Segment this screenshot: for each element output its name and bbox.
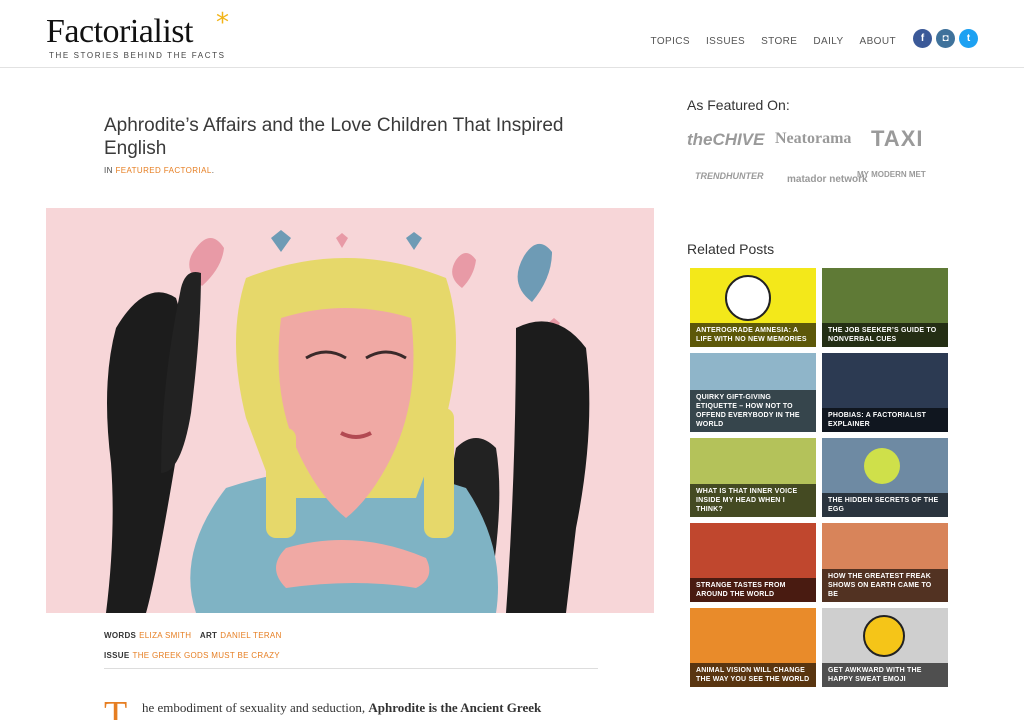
related-heading: Related Posts xyxy=(687,241,775,257)
divider xyxy=(104,668,598,669)
art-label: ART xyxy=(199,631,218,640)
featured-logos: theCHIVE Neatorama TAXI TRENDHUNTER mata… xyxy=(687,126,947,196)
article-lead: he embodiment of sexuality and seduction… xyxy=(142,700,541,716)
related-post[interactable]: GET AWKWARD WITH THE HAPPY SWEAT EMOJI xyxy=(822,608,948,687)
words-label: WORDS xyxy=(104,631,137,640)
related-posts-grid: ANTEROGRADE AMNESIA: A LIFE WITH NO NEW … xyxy=(690,268,948,687)
site-logo[interactable]: Factorialist * THE STORIES BEHIND THE FA… xyxy=(46,8,229,60)
featured-logo-mymodernmet: MY MODERN MET xyxy=(857,170,926,179)
instagram-icon[interactable]: ◘ xyxy=(936,29,955,48)
post-title: WHAT IS THAT INNER VOICE INSIDE MY HEAD … xyxy=(690,484,816,517)
post-title: HOW THE GREATEST FREAK SHOWS ON EARTH CA… xyxy=(822,569,948,602)
featured-logo-trendhunter: TRENDHUNTER xyxy=(695,171,764,181)
nav-daily[interactable]: DAILY xyxy=(813,36,843,47)
featured-heading: As Featured On: xyxy=(687,97,790,113)
related-post[interactable]: PHOBIAS: A FACTORIALIST EXPLAINER xyxy=(822,353,948,432)
nav-issues[interactable]: ISSUES xyxy=(706,36,745,47)
featured-logo-taxi: TAXI xyxy=(871,126,924,151)
post-title: QUIRKY GIFT-GIVING ETIQUETTE – HOW NOT T… xyxy=(690,390,816,432)
related-post[interactable]: STRANGE TASTES FROM AROUND THE WORLD xyxy=(690,523,816,602)
author-link[interactable]: ELIZA SMITH xyxy=(139,631,191,640)
related-post[interactable]: WHAT IS THAT INNER VOICE INSIDE MY HEAD … xyxy=(690,438,816,517)
facebook-icon[interactable]: f xyxy=(913,29,932,48)
related-post[interactable]: HOW THE GREATEST FREAK SHOWS ON EARTH CA… xyxy=(822,523,948,602)
logo-tagline: THE STORIES BEHIND THE FACTS xyxy=(49,51,226,60)
article-credits: WORDS ELIZA SMITH ART DANIEL TERAN xyxy=(104,631,288,640)
logo-star: * xyxy=(216,8,229,38)
featured-logo-neatorama: Neatorama xyxy=(775,130,852,147)
nav-about[interactable]: ABOUT xyxy=(860,36,896,47)
article-category: IN FEATURED FACTORIAL. xyxy=(104,166,214,175)
social-links: f ◘ t xyxy=(913,29,978,48)
logo-wordmark: Factorialist xyxy=(46,13,193,50)
aphrodite-illustration xyxy=(46,208,654,613)
post-title: GET AWKWARD WITH THE HAPPY SWEAT EMOJI xyxy=(822,663,948,687)
related-post[interactable]: ANTEROGRADE AMNESIA: A LIFE WITH NO NEW … xyxy=(690,268,816,347)
category-link[interactable]: FEATURED FACTORIAL xyxy=(115,166,211,175)
featured-logo-matador: matador network xyxy=(787,174,868,185)
drop-cap: T xyxy=(104,694,128,720)
post-title: ANIMAL VISION WILL CHANGE THE WAY YOU SE… xyxy=(690,663,816,687)
hero-illustration xyxy=(46,208,654,613)
main-nav: TOPICS ISSUES STORE DAILY ABOUT xyxy=(651,36,896,47)
featured-logo-chive: theCHIVE xyxy=(687,130,765,149)
post-title: ANTEROGRADE AMNESIA: A LIFE WITH NO NEW … xyxy=(690,323,816,347)
related-post[interactable]: QUIRKY GIFT-GIVING ETIQUETTE – HOW NOT T… xyxy=(690,353,816,432)
related-post[interactable]: ANIMAL VISION WILL CHANGE THE WAY YOU SE… xyxy=(690,608,816,687)
issue-link[interactable]: THE GREEK GODS MUST BE CRAZY xyxy=(133,651,280,660)
twitter-icon[interactable]: t xyxy=(959,29,978,48)
site-header: Factorialist * THE STORIES BEHIND THE FA… xyxy=(0,0,1024,68)
post-title: STRANGE TASTES FROM AROUND THE WORLD xyxy=(690,578,816,602)
post-title: PHOBIAS: A FACTORIALIST EXPLAINER xyxy=(822,408,948,432)
post-title: THE JOB SEEKER’S GUIDE TO NONVERBAL CUES xyxy=(822,323,948,347)
lead-bold: Aphrodite is the Ancient Greek xyxy=(368,700,542,715)
article-issue: ISSUE THE GREEK GODS MUST BE CRAZY xyxy=(104,651,286,660)
issue-label: ISSUE xyxy=(104,651,130,660)
artist-link[interactable]: DANIEL TERAN xyxy=(220,631,281,640)
related-post[interactable]: THE HIDDEN SECRETS OF THE EGG xyxy=(822,438,948,517)
category-suffix: . xyxy=(211,166,215,175)
nav-store[interactable]: STORE xyxy=(761,36,797,47)
category-prefix: IN xyxy=(104,166,113,175)
post-title: THE HIDDEN SECRETS OF THE EGG xyxy=(822,493,948,517)
related-post[interactable]: THE JOB SEEKER’S GUIDE TO NONVERBAL CUES xyxy=(822,268,948,347)
lead-text: he embodiment of sexuality and seduction… xyxy=(142,700,366,715)
article-title: Aphrodite’s Affairs and the Love Childre… xyxy=(104,115,564,159)
nav-topics[interactable]: TOPICS xyxy=(651,36,690,47)
